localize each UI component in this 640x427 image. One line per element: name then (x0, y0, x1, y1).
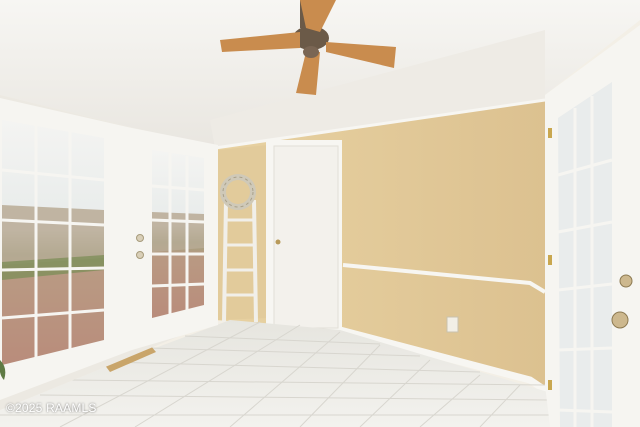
watermark: ©2025 RAAMLS (6, 401, 97, 415)
room-illustration (0, 0, 640, 427)
french-door-right[interactable] (132, 128, 218, 350)
side-door-knob-icon[interactable] (611, 311, 629, 329)
wall-outlet (446, 316, 459, 333)
room-photo: ©2025 RAAMLS (0, 0, 640, 427)
french-door-side[interactable] (545, 25, 640, 427)
french-door-left[interactable] (0, 98, 132, 400)
door-lock-icon[interactable] (136, 251, 144, 259)
side-door-lock-icon[interactable] (619, 274, 633, 288)
door-knob-icon[interactable] (275, 239, 281, 245)
interior-door[interactable] (273, 145, 339, 329)
door-handle-icon[interactable] (136, 234, 144, 242)
